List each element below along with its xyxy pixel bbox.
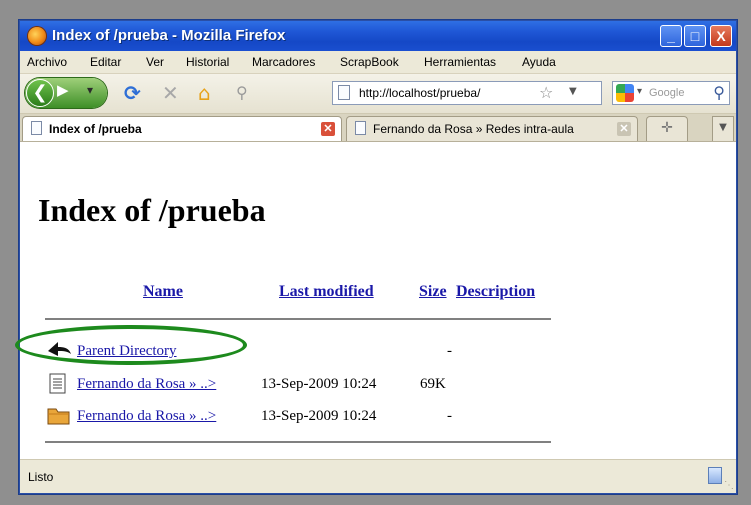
engine-dropdown-icon[interactable]: ▾: [637, 86, 642, 97]
title-bar[interactable]: Index of /prueba - Mozilla Firefox _ □ X: [20, 21, 736, 51]
back-button[interactable]: ❮: [26, 79, 54, 107]
row-size: -: [447, 408, 452, 424]
page-heading: Index of /prueba: [38, 192, 266, 228]
back-arrow-icon: [48, 342, 71, 356]
search-engine-icon[interactable]: [616, 84, 634, 102]
menu-bar: Archivo Editar Ver Historial Marcadores …: [20, 51, 736, 74]
column-description-link[interactable]: Description: [456, 283, 535, 301]
menu-herramientas[interactable]: Herramientas: [424, 55, 496, 69]
forward-button[interactable]: ▶: [57, 81, 69, 99]
window-title: Index of /prueba - Mozilla Firefox: [52, 27, 286, 44]
minimize-button[interactable]: _: [660, 25, 682, 47]
divider-bottom: [45, 441, 551, 443]
menu-ver[interactable]: Ver: [146, 55, 164, 69]
status-bar: Listo ⋱: [20, 459, 736, 493]
column-modified-link[interactable]: Last modified: [279, 283, 374, 301]
list-all-tabs-icon[interactable]: ▼: [712, 116, 734, 141]
resize-grip-icon[interactable]: ⋱: [724, 480, 734, 491]
home-icon[interactable]: ⌂: [198, 81, 211, 105]
page-icon: [338, 85, 350, 100]
tab-index-prueba[interactable]: Index of /prueba ✕: [22, 116, 342, 141]
tab-label: Fernando da Rosa » Redes intra-aula: [373, 122, 574, 136]
menu-editar[interactable]: Editar: [90, 55, 121, 69]
parent-directory-link[interactable]: Parent Directory: [77, 343, 177, 360]
menu-archivo[interactable]: Archivo: [27, 55, 67, 69]
row-modified: 13-Sep-2009 10:24: [261, 408, 377, 424]
status-page-icon[interactable]: [708, 467, 722, 484]
tab-bar: Index of /prueba ✕ Fernando da Rosa » Re…: [20, 114, 736, 142]
stop-icon[interactable]: ✕: [162, 81, 179, 105]
browser-window: Index of /prueba - Mozilla Firefox _ □ X…: [19, 20, 737, 494]
folder-icon: [47, 408, 70, 425]
text-file-icon: [49, 373, 66, 394]
reload-icon[interactable]: ⟳: [124, 81, 141, 105]
tab-fernando-da-rosa[interactable]: Fernando da Rosa » Redes intra-aula ✕: [346, 116, 638, 141]
column-name-link[interactable]: Name: [143, 283, 183, 301]
history-dropdown[interactable]: ▾: [87, 83, 93, 97]
menu-marcadores[interactable]: Marcadores: [252, 55, 315, 69]
star-icon[interactable]: ☆: [539, 83, 553, 102]
bookmark-tool-icon[interactable]: ⚲: [236, 81, 248, 105]
maximize-button[interactable]: □: [684, 25, 706, 47]
search-placeholder[interactable]: Google: [649, 87, 684, 99]
close-button[interactable]: X: [710, 25, 732, 47]
menu-ayuda[interactable]: Ayuda: [522, 55, 556, 69]
tab-label: Index of /prueba: [49, 122, 142, 136]
status-text: Listo: [28, 470, 54, 484]
tab-close-icon[interactable]: ✕: [617, 122, 631, 136]
column-size-link[interactable]: Size: [419, 283, 447, 301]
search-box[interactable]: ▾ Google ⚲: [612, 81, 730, 105]
row-size: -: [447, 343, 452, 359]
divider-top: [45, 318, 551, 320]
navigation-toolbar: ❮ ▶ ▾ ⟳ ✕ ⌂ ⚲ http://localhost/prueba/ ☆…: [20, 74, 736, 114]
tab-page-icon: [355, 121, 366, 135]
firefox-icon: [28, 27, 46, 45]
tab-page-icon: [31, 121, 42, 135]
new-tab-button[interactable]: ✛: [646, 116, 688, 141]
url-dropdown-icon[interactable]: ▼: [569, 86, 577, 97]
menu-historial[interactable]: Historial: [186, 55, 229, 69]
file-link[interactable]: Fernando da Rosa » ..>: [77, 376, 216, 393]
page-content: Index of /prueba Name Last modified Size…: [20, 142, 736, 459]
url-bar[interactable]: http://localhost/prueba/ ☆ ▼: [332, 81, 602, 105]
search-icon[interactable]: ⚲: [713, 83, 725, 102]
back-forward-group: ❮ ▶ ▾: [25, 78, 107, 108]
url-text[interactable]: http://localhost/prueba/: [359, 86, 480, 100]
row-size: 69K: [420, 376, 446, 392]
tab-close-icon[interactable]: ✕: [321, 122, 335, 136]
menu-scrapbook[interactable]: ScrapBook: [340, 55, 399, 69]
row-modified: 13-Sep-2009 10:24: [261, 376, 377, 392]
folder-link[interactable]: Fernando da Rosa » ..>: [77, 408, 216, 425]
